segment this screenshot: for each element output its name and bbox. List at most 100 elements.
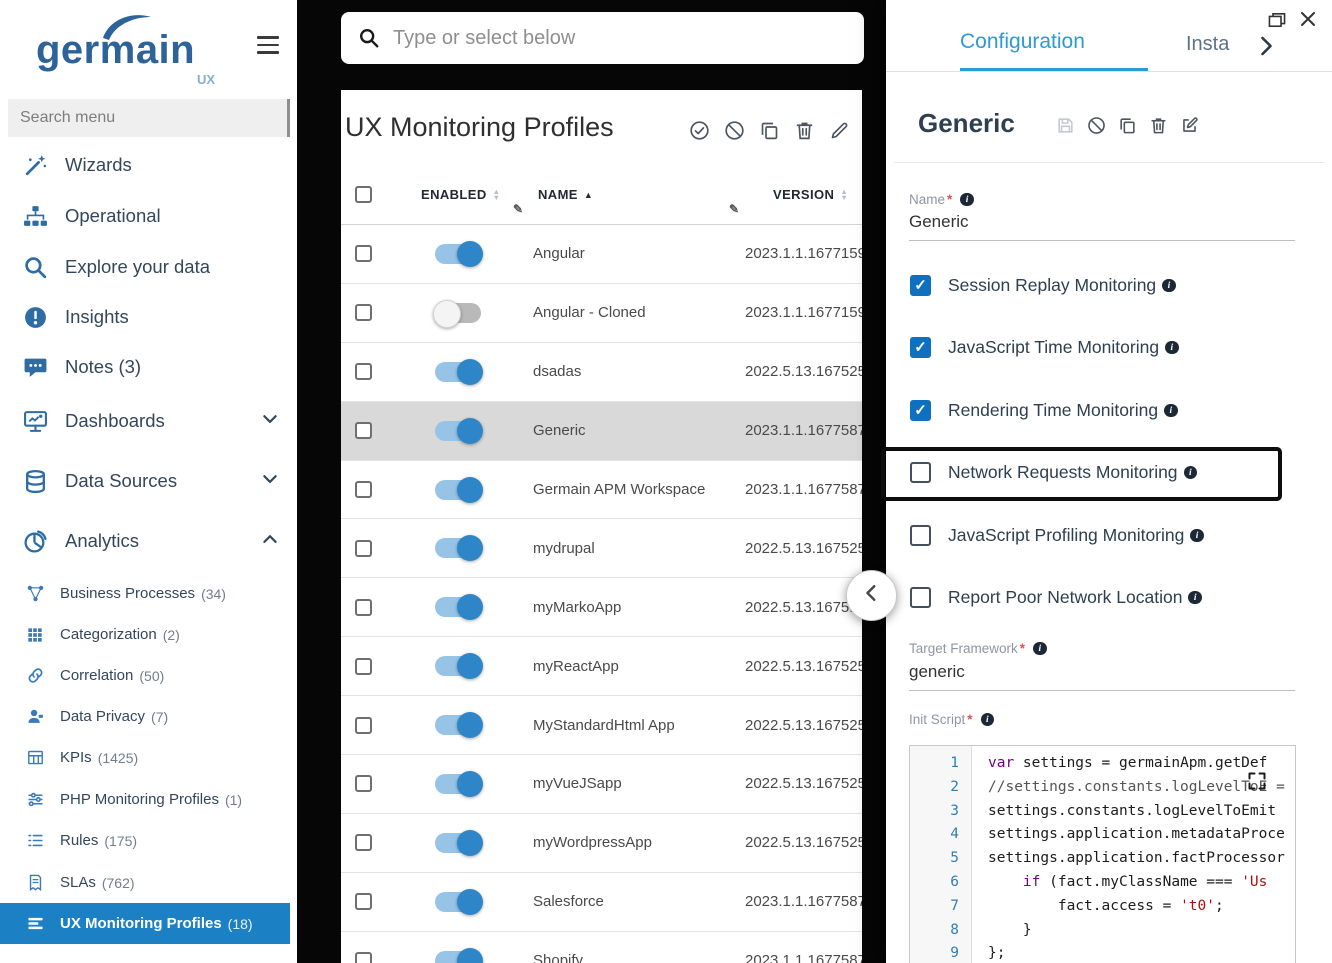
tab-configuration[interactable]: Configuration bbox=[960, 30, 1085, 54]
sidebar-item-analytics[interactable]: Analytics bbox=[0, 516, 297, 566]
row-checkbox[interactable] bbox=[355, 481, 372, 498]
restore-window-icon[interactable] bbox=[1268, 12, 1286, 28]
close-icon[interactable] bbox=[1300, 11, 1316, 27]
row-checkbox[interactable] bbox=[355, 775, 372, 792]
info-icon[interactable]: i bbox=[981, 713, 995, 727]
column-header-name[interactable]: NAME ▲ bbox=[533, 187, 745, 202]
enabled-toggle[interactable] bbox=[435, 951, 481, 963]
sidebar-item-php-monitoring-profiles[interactable]: PHP Monitoring Profiles (1) bbox=[0, 779, 297, 820]
filter-enabled-icon[interactable]: ✎ bbox=[513, 202, 523, 216]
checkbox-session-replay-monitoring[interactable]: ✓ Session Replay Monitoring i bbox=[910, 270, 1176, 301]
sidebar-item-insights[interactable]: Insights bbox=[0, 292, 297, 342]
checkbox-network-requests-monitoring[interactable]: ✓ Network Requests Monitoring i bbox=[910, 457, 1197, 488]
sidebar-item-notes[interactable]: Notes (3) bbox=[0, 342, 297, 392]
enabled-toggle[interactable] bbox=[435, 538, 481, 558]
checkbox[interactable]: ✓ bbox=[910, 275, 931, 296]
checkbox[interactable]: ✓ bbox=[910, 337, 931, 358]
row-checkbox[interactable] bbox=[355, 363, 372, 380]
row-checkbox[interactable] bbox=[355, 540, 372, 557]
enabled-toggle[interactable] bbox=[435, 480, 481, 500]
table-row[interactable]: myMarkoApp 2022.5.13.1675... bbox=[341, 578, 862, 637]
sidebar-item-kpis[interactable]: KPIs (1425) bbox=[0, 737, 297, 778]
column-header-version[interactable]: VERSION ▲▼ bbox=[745, 187, 862, 202]
table-row[interactable]: myReactApp 2022.5.13.167525... bbox=[341, 637, 862, 696]
sidebar-scrollbar[interactable] bbox=[287, 99, 290, 137]
name-field-value[interactable]: Generic bbox=[909, 212, 969, 232]
row-checkbox[interactable] bbox=[355, 658, 372, 675]
row-checkbox[interactable] bbox=[355, 304, 372, 321]
chevron-right-icon[interactable] bbox=[1260, 36, 1273, 56]
table-row[interactable]: dsadas 2022.5.13.167525... bbox=[341, 343, 862, 402]
table-row[interactable]: Angular 2023.1.1.1677159... bbox=[341, 225, 862, 284]
pencil-icon[interactable] bbox=[829, 120, 850, 141]
sidebar-search-input[interactable] bbox=[8, 99, 288, 137]
table-row[interactable]: Generic 2023.1.1.1677587... bbox=[341, 402, 862, 461]
enabled-toggle[interactable] bbox=[435, 597, 481, 617]
info-icon[interactable]: i bbox=[1188, 591, 1202, 605]
fullscreen-icon[interactable] bbox=[1247, 771, 1267, 791]
row-checkbox[interactable] bbox=[355, 245, 372, 262]
enabled-toggle[interactable] bbox=[435, 656, 481, 676]
sidebar-item-ux-monitoring-profiles[interactable]: UX Monitoring Profiles (18) bbox=[0, 903, 290, 944]
info-icon[interactable]: i bbox=[1190, 529, 1204, 543]
panel-collapse-button[interactable] bbox=[846, 570, 897, 621]
info-icon[interactable]: i bbox=[1162, 279, 1176, 293]
checkbox-javascript-time-monitoring[interactable]: ✓ JavaScript Time Monitoring i bbox=[910, 332, 1179, 363]
info-icon[interactable]: i bbox=[1184, 466, 1198, 480]
checkbox-rendering-time-monitoring[interactable]: ✓ Rendering Time Monitoring i bbox=[910, 395, 1178, 426]
table-row[interactable]: Shopify 2023.1.1.1677587... bbox=[341, 932, 862, 963]
enabled-toggle[interactable] bbox=[435, 774, 481, 794]
sidebar-item-explore-your-data[interactable]: Explore your data bbox=[0, 242, 297, 292]
checkbox-report-poor-network-location[interactable]: ✓ Report Poor Network Location i bbox=[910, 582, 1202, 613]
table-row[interactable]: MyStandardHtml App 2022.5.13.167525... bbox=[341, 696, 862, 755]
info-icon[interactable]: i bbox=[1033, 642, 1047, 656]
init-script-editor[interactable]: 1 2 3 4 5 6 7 8 9 var settings = germain… bbox=[909, 745, 1296, 963]
enabled-toggle[interactable] bbox=[435, 892, 481, 912]
table-row[interactable]: myWordpressApp 2022.5.13.167525... bbox=[341, 814, 862, 873]
sidebar-item-data-sources[interactable]: Data Sources bbox=[0, 456, 297, 506]
info-icon[interactable]: i bbox=[960, 193, 974, 207]
row-checkbox[interactable] bbox=[355, 834, 372, 851]
table-row[interactable]: myVueJSapp 2022.5.13.167525... bbox=[341, 755, 862, 814]
select-all-checkbox[interactable] bbox=[355, 186, 372, 203]
row-checkbox[interactable] bbox=[355, 952, 372, 963]
row-checkbox[interactable] bbox=[355, 422, 372, 439]
checkbox[interactable]: ✓ bbox=[910, 462, 931, 483]
checkbox[interactable]: ✓ bbox=[910, 400, 931, 421]
trash-icon[interactable] bbox=[794, 120, 815, 141]
enabled-toggle[interactable] bbox=[435, 421, 481, 441]
copy-icon[interactable] bbox=[759, 120, 780, 141]
checkbox-javascript-profiling-monitoring[interactable]: ✓ JavaScript Profiling Monitoring i bbox=[910, 520, 1204, 551]
table-row[interactable]: Angular - Cloned 2023.1.1.1677159... bbox=[341, 284, 862, 343]
sidebar-item-correlation[interactable]: Correlation (50) bbox=[0, 655, 297, 696]
ban-icon[interactable] bbox=[724, 120, 745, 141]
tab-installation[interactable]: Insta bbox=[1186, 33, 1229, 56]
row-checkbox[interactable] bbox=[355, 599, 372, 616]
row-checkbox[interactable] bbox=[355, 717, 372, 734]
enabled-toggle[interactable] bbox=[435, 833, 481, 853]
hamburger-menu-icon[interactable] bbox=[257, 36, 279, 54]
enabled-toggle[interactable] bbox=[435, 244, 481, 264]
column-header-enabled[interactable]: ENABLED ▲▼ bbox=[421, 187, 533, 202]
sidebar-item-categorization[interactable]: Categorization (2) bbox=[0, 614, 297, 655]
sidebar-item-data-privacy[interactable]: Data Privacy (7) bbox=[0, 696, 297, 737]
sidebar-item-dashboards[interactable]: Dashboards bbox=[0, 396, 297, 446]
enabled-toggle[interactable] bbox=[435, 715, 481, 735]
sidebar-item-business-processes[interactable]: Business Processes (34) bbox=[0, 573, 297, 614]
sidebar-item-slas[interactable]: SLAs (762) bbox=[0, 862, 297, 903]
edit-icon[interactable] bbox=[1180, 116, 1199, 135]
filter-name-icon[interactable]: ✎ bbox=[729, 202, 739, 216]
trash-icon[interactable] bbox=[1149, 116, 1168, 135]
sidebar-item-wizards[interactable]: Wizards bbox=[0, 140, 297, 190]
enabled-toggle[interactable] bbox=[435, 303, 481, 323]
checkbox[interactable]: ✓ bbox=[910, 587, 931, 608]
table-row[interactable]: Salesforce 2023.1.1.1677587... bbox=[341, 873, 862, 932]
table-row[interactable]: mydrupal 2022.5.13.167525... bbox=[341, 519, 862, 578]
copy-icon[interactable] bbox=[1118, 116, 1137, 135]
table-row[interactable]: Germain APM Workspace 2023.1.1.1677587..… bbox=[341, 461, 862, 520]
check-circle-icon[interactable] bbox=[689, 120, 710, 141]
save-icon[interactable] bbox=[1056, 116, 1075, 135]
enabled-toggle[interactable] bbox=[435, 362, 481, 382]
ban-icon[interactable] bbox=[1087, 116, 1106, 135]
sidebar-item-rules[interactable]: Rules (175) bbox=[0, 820, 297, 861]
